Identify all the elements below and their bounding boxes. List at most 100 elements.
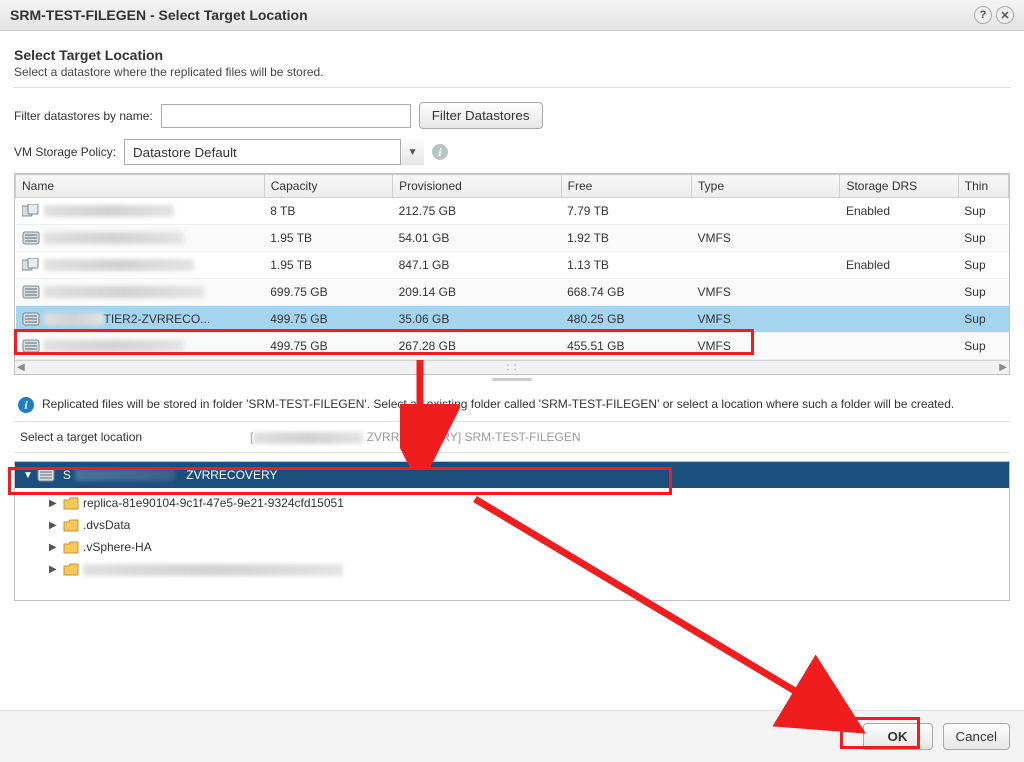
cell-free: 480.25 GB — [561, 306, 691, 333]
col-type[interactable]: Type — [692, 175, 840, 198]
cell-free: 455.51 GB — [561, 333, 691, 360]
close-icon[interactable]: ✕ — [996, 6, 1014, 24]
folder-icon — [63, 497, 79, 510]
cell-drs — [840, 225, 958, 252]
cell-thin: Sup — [958, 198, 1008, 225]
target-label: Select a target location — [20, 430, 250, 444]
datastore-name: TIER2-ZVRRECO... — [104, 312, 211, 326]
table-row[interactable]: 1.95 TB847.1 GB1.13 TB EnabledSup — [16, 252, 1009, 279]
col-thin[interactable]: Thin — [958, 175, 1008, 198]
cell-free: 7.79 TB — [561, 198, 691, 225]
twisty-right-icon: ▶ — [49, 498, 59, 509]
cell-provisioned: 54.01 GB — [393, 225, 562, 252]
col-capacity[interactable]: Capacity — [264, 175, 392, 198]
col-provisioned[interactable]: Provisioned — [393, 175, 562, 198]
info-panel: i Replicated files will be stored in fol… — [14, 389, 1010, 422]
cell-drs — [840, 279, 958, 306]
storage-policy-dropdown[interactable] — [124, 139, 424, 165]
cell-capacity: 699.75 GB — [264, 279, 392, 306]
cell-drs — [840, 333, 958, 360]
cell-capacity: 8 TB — [264, 198, 392, 225]
filter-input[interactable] — [161, 104, 411, 128]
cell-provisioned: 35.06 GB — [393, 306, 562, 333]
table-header-row: Name Capacity Provisioned Free Type Stor… — [16, 175, 1009, 198]
tree-root[interactable]: ▼ S ZVRRECOVERY — [15, 462, 1009, 488]
tree-item-label: .dvsData — [83, 518, 130, 532]
cell-capacity: 499.75 GB — [264, 333, 392, 360]
cell-free: 1.13 TB — [561, 252, 691, 279]
tree-item-label: .vSphere-HA — [83, 540, 152, 554]
col-name[interactable]: Name — [16, 175, 265, 198]
info-text: Replicated files will be stored in folde… — [42, 397, 954, 411]
cell-type: VMFS — [692, 225, 840, 252]
horizontal-scrollbar[interactable]: ◀: :▶ — [15, 360, 1009, 374]
window-title: SRM-TEST-FILEGEN - Select Target Locatio… — [10, 7, 308, 23]
target-path: [ ZVRRECOVERY] SRM-TEST-FILEGEN — [250, 430, 581, 444]
cell-thin: Sup — [958, 279, 1008, 306]
resize-gripper[interactable] — [14, 375, 1010, 383]
folder-icon — [63, 541, 79, 554]
datastore-table-wrap: Name Capacity Provisioned Free Type Stor… — [14, 173, 1010, 375]
datastore-icon — [22, 285, 40, 299]
cell-type: VMFS — [692, 306, 840, 333]
tree-root-label: ZVRRECOVERY — [186, 468, 277, 482]
tree-item[interactable]: ▶ — [15, 558, 1009, 580]
tree-item-label: replica-81e90104-9c1f-47e5-9e21-9324cfd1… — [83, 496, 344, 510]
cell-provisioned: 212.75 GB — [393, 198, 562, 225]
datastore-icon — [22, 339, 40, 353]
tree-item[interactable]: ▶ replica-81e90104-9c1f-47e5-9e21-9324cfd… — [15, 492, 1009, 514]
page-subtitle: Select a datastore where the replicated … — [14, 65, 1010, 88]
datastore-icon — [22, 312, 40, 326]
titlebar: SRM-TEST-FILEGEN - Select Target Locatio… — [0, 0, 1024, 31]
cell-thin: Sup — [958, 225, 1008, 252]
cell-type: VMFS — [692, 279, 840, 306]
cell-thin: Sup — [958, 252, 1008, 279]
cell-type — [692, 252, 840, 279]
page-title: Select Target Location — [14, 47, 1010, 63]
table-row[interactable]: TIER2-ZVRRECO... 499.75 GB35.06 GB480.25 … — [16, 306, 1009, 333]
policy-info-icon[interactable]: i — [432, 144, 448, 160]
table-row[interactable]: 1.95 TB54.01 GB1.92 TBVMFSSup — [16, 225, 1009, 252]
cell-drs — [840, 306, 958, 333]
cell-free: 668.74 GB — [561, 279, 691, 306]
cell-type: VMFS — [692, 333, 840, 360]
cell-capacity: 499.75 GB — [264, 306, 392, 333]
help-icon[interactable]: ? — [974, 6, 992, 24]
twisty-down-icon: ▼ — [23, 470, 33, 481]
twisty-right-icon: ▶ — [49, 542, 59, 553]
cell-thin: Sup — [958, 306, 1008, 333]
folder-icon — [63, 563, 79, 576]
button-bar: OK Cancel — [0, 710, 1024, 762]
cell-provisioned: 209.14 GB — [393, 279, 562, 306]
col-drs[interactable]: Storage DRS — [840, 175, 958, 198]
table-row[interactable]: 8 TB212.75 GB7.79 TB EnabledSup — [16, 198, 1009, 225]
datastore-cluster-icon — [22, 258, 40, 272]
table-row[interactable]: 699.75 GB209.14 GB668.74 GBVMFS Sup — [16, 279, 1009, 306]
datastore-icon — [37, 468, 55, 482]
table-row[interactable]: 499.75 GB267.28 GB455.51 GBVMFS Sup — [16, 333, 1009, 360]
tree-item[interactable]: ▶ .vSphere-HA — [15, 536, 1009, 558]
cell-thin: Sup — [958, 333, 1008, 360]
info-icon: i — [18, 397, 34, 413]
cell-provisioned: 847.1 GB — [393, 252, 562, 279]
cell-drs: Enabled — [840, 198, 958, 225]
cell-capacity: 1.95 TB — [264, 252, 392, 279]
cell-drs: Enabled — [840, 252, 958, 279]
datastore-cluster-icon — [22, 204, 40, 218]
folder-icon — [63, 519, 79, 532]
cancel-button[interactable]: Cancel — [943, 723, 1011, 750]
target-row: Select a target location [ ZVRRECOVERY] … — [14, 422, 1010, 453]
policy-label: VM Storage Policy: — [14, 145, 116, 159]
filter-datastores-button[interactable]: Filter Datastores — [419, 102, 543, 129]
ok-button[interactable]: OK — [863, 723, 933, 750]
datastore-table: Name Capacity Provisioned Free Type Stor… — [15, 174, 1009, 360]
col-free[interactable]: Free — [561, 175, 691, 198]
twisty-right-icon: ▶ — [49, 564, 59, 575]
tree-item-label — [83, 562, 343, 576]
twisty-right-icon: ▶ — [49, 520, 59, 531]
cell-capacity: 1.95 TB — [264, 225, 392, 252]
cell-type — [692, 198, 840, 225]
cell-provisioned: 267.28 GB — [393, 333, 562, 360]
tree-item[interactable]: ▶ .dvsData — [15, 514, 1009, 536]
datastore-icon — [22, 231, 40, 245]
